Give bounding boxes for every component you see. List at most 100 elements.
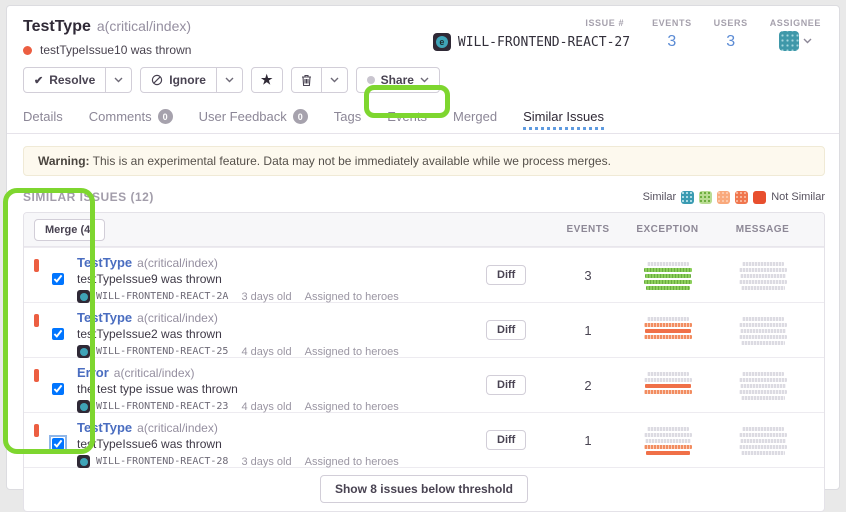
similar-issues-list-header: Merge (4) EVENTS EXCEPTION MESSAGE [24, 213, 824, 247]
users-stat-value[interactable]: 3 [714, 33, 748, 51]
check-icon: ✔ [34, 74, 43, 87]
similar-issues-panel: Merge (4) EVENTS EXCEPTION MESSAGE TestT… [23, 212, 825, 512]
message-similarity-bars [715, 372, 810, 400]
tab-events[interactable]: Events [387, 103, 427, 133]
exception-similarity-bars [620, 317, 715, 339]
tab-label: Events [387, 109, 427, 124]
similarity-bar [739, 390, 787, 394]
diff-button[interactable]: Diff [486, 320, 526, 340]
events-stat-label: EVENTS [652, 18, 692, 28]
assignee-dropdown[interactable] [770, 31, 821, 51]
tab-label: Tags [334, 109, 361, 124]
tab-label: Merged [453, 109, 497, 124]
similarity-bar [739, 378, 787, 382]
legend-similar-label: Similar [643, 191, 677, 203]
legend-swatch-teal [681, 191, 694, 204]
issue-short-id: WILL-FRONTEND-REACT-23 [96, 401, 228, 412]
assignee-avatar [779, 31, 799, 51]
tab-tags[interactable]: Tags [334, 103, 361, 133]
platform-icon [77, 290, 90, 303]
tab-user-feedback[interactable]: User Feedback0 [199, 103, 308, 133]
similarity-bar [646, 286, 690, 290]
similarity-bar [741, 286, 785, 290]
issue-culprit: a(critical/index) [137, 256, 218, 270]
similar-issue-row: Error a(critical/index) the test type iss… [24, 357, 824, 412]
legend-swatches [681, 191, 766, 204]
issue-detail-card: TestTypea(critical/index) testTypeIssue1… [6, 5, 840, 490]
issue-link[interactable]: Error [77, 365, 109, 380]
diff-button[interactable]: Diff [486, 430, 526, 450]
row-events-count: 1 [556, 323, 620, 338]
issue-message: the test type issue was thrown [77, 382, 486, 397]
delete-dropdown-button[interactable] [322, 67, 348, 93]
tab-comments[interactable]: Comments0 [89, 103, 173, 133]
row-merge-checkbox[interactable] [52, 273, 64, 285]
tab-details[interactable]: Details [23, 103, 63, 133]
merge-button[interactable]: Merge (4) [34, 219, 105, 241]
issue-short-id: WILL-FRONTEND-REACT-25 [96, 346, 228, 357]
legend-swatch-green [699, 191, 712, 204]
similarity-bar [740, 274, 786, 278]
users-stat-label: USERS [714, 18, 748, 28]
issue-link[interactable]: TestType [77, 310, 132, 325]
similarity-bar [741, 341, 785, 345]
similarity-bar [646, 451, 690, 455]
ignore-button[interactable]: Ignore [140, 67, 217, 93]
warning-text: This is an experimental feature. Data ma… [90, 154, 611, 168]
ignore-dropdown-button[interactable] [217, 67, 243, 93]
bookmark-star-button[interactable]: ★ [251, 67, 283, 93]
similarity-legend: Similar Not Similar [643, 191, 825, 204]
row-events-count: 2 [556, 378, 620, 393]
tab-label: Comments [89, 109, 152, 124]
show-more-issues-button[interactable]: Show 8 issues below threshold [320, 475, 528, 503]
issue-short-id: WILL-FRONTEND-REACT-2A [96, 291, 228, 302]
similarity-bar [645, 329, 691, 333]
similar-issue-row: TestTypea(critical/index) testTypeIssue2… [24, 302, 824, 357]
issue-age: 3 days old [241, 291, 291, 303]
issue-stats: ISSUE # e WILL-FRONTEND-REACT-27 EVENTS … [433, 18, 825, 51]
similarity-bar [644, 335, 692, 339]
issue-number-label: ISSUE # [433, 18, 630, 28]
platform-icon [77, 455, 90, 468]
exception-similarity-bars [620, 427, 715, 455]
delete-button[interactable] [291, 67, 322, 93]
tab-similar-issues[interactable]: Similar Issues [523, 103, 604, 133]
similarity-bar [741, 396, 785, 400]
issue-short-id[interactable]: WILL-FRONTEND-REACT-27 [458, 35, 630, 50]
feedback-count-badge: 0 [293, 109, 308, 124]
error-level-bar [34, 314, 39, 327]
error-level-bar [34, 259, 39, 272]
tab-merged[interactable]: Merged [453, 103, 497, 133]
similarity-bar [739, 445, 787, 449]
row-merge-checkbox[interactable] [52, 438, 64, 450]
similarity-bar [644, 323, 692, 327]
issue-age: 3 days old [241, 456, 291, 468]
diff-button[interactable]: Diff [486, 265, 526, 285]
issue-assigned: Assigned to heroes [305, 456, 399, 468]
resolve-dropdown-button[interactable] [106, 67, 132, 93]
similarity-bar [742, 427, 784, 431]
message-similarity-bars [715, 262, 810, 290]
resolve-button-label: Resolve [49, 73, 95, 87]
legend-swatch-red [753, 191, 766, 204]
legend-not-similar-label: Not Similar [771, 191, 825, 203]
issue-header: TestTypea(critical/index) testTypeIssue1… [7, 6, 839, 93]
share-button[interactable]: Share [356, 67, 440, 93]
issue-assigned: Assigned to heroes [305, 401, 399, 413]
legend-swatch-orange_light [717, 191, 730, 204]
row-merge-checkbox[interactable] [52, 328, 64, 340]
row-merge-checkbox[interactable] [52, 383, 64, 395]
issue-culprit: a(critical/index) [114, 366, 195, 380]
events-stat-value[interactable]: 3 [652, 33, 692, 51]
similarity-bar [740, 384, 786, 388]
similarity-bar [647, 372, 689, 376]
similarity-bar [740, 329, 786, 333]
star-icon: ★ [261, 72, 273, 88]
resolve-button[interactable]: ✔ Resolve [23, 67, 106, 93]
similarity-bar [645, 274, 691, 278]
issue-link[interactable]: TestType [77, 420, 132, 435]
similar-issue-row: TestTypea(critical/index) testTypeIssue9… [24, 247, 824, 302]
diff-button[interactable]: Diff [486, 375, 526, 395]
issue-link[interactable]: TestType [77, 255, 132, 270]
issue-culprit: a(critical/index) [97, 18, 191, 34]
